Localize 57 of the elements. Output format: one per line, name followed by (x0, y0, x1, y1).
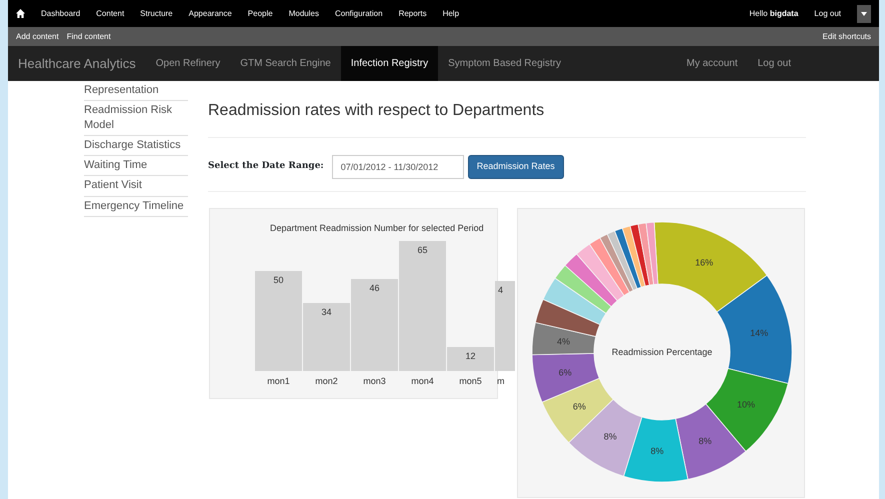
dropdown-toggle-icon[interactable] (857, 4, 871, 22)
slice-label: 6% (572, 402, 586, 412)
page-heading: Readmission rates with respect to Departments (208, 81, 806, 138)
slice-label: 4% (557, 336, 570, 347)
toolbar-menu-item[interactable]: Reports (398, 8, 427, 20)
axis-label: m (497, 376, 504, 386)
chart-title: Readmission Percentage (612, 347, 712, 357)
slice-label: 10% (737, 399, 756, 410)
sidebar-link[interactable]: Discharge Statistics (84, 136, 188, 156)
sidebar-link[interactable]: Readmission Risk Model (84, 101, 188, 136)
greeting: Hello bigdata (749, 8, 798, 20)
nav-link[interactable]: Open Refinery (146, 46, 230, 81)
chart-title: Department Readmission Number for selected Period (270, 223, 484, 233)
toolbar-menu-item[interactable]: Help (442, 8, 460, 20)
value-label: 34 (322, 307, 332, 317)
nav-link[interactable]: GTM Search Engine (230, 46, 341, 81)
toolbar-menu-item[interactable]: Configuration (334, 8, 383, 20)
date-range-label: Select the Date Range: (208, 160, 324, 174)
toolbar-menu-item[interactable]: Appearance (188, 8, 232, 20)
slice-label: 14% (750, 328, 768, 338)
slice-label: 8% (698, 436, 712, 446)
toolbar-menu-item[interactable]: Content (96, 8, 124, 20)
value-label: 50 (274, 275, 284, 285)
axis-label: mon3 (363, 376, 386, 386)
slice-label: 8% (604, 431, 617, 442)
value-label: 46 (370, 283, 380, 293)
axis-label: mon5 (459, 376, 482, 386)
sidebar-link[interactable]: Patient Visit (84, 176, 188, 197)
nav-link[interactable]: My account (676, 46, 748, 81)
toolbar-menu-item[interactable]: People (248, 8, 273, 20)
nav-link[interactable]: Infection Registry (340, 46, 438, 81)
axis-label: mon2 (315, 376, 338, 386)
value-label: 4 (498, 285, 504, 295)
donut-slice (623, 416, 688, 482)
nav-link[interactable]: Log out (748, 46, 801, 81)
axis-label: mon4 (411, 376, 434, 386)
value-label: 12 (466, 351, 476, 361)
shortcut-link[interactable]: Add content (16, 30, 59, 42)
edit-shortcuts-link[interactable]: Edit shortcuts (822, 30, 871, 42)
brand-link[interactable]: Healthcare Analytics (8, 46, 146, 81)
sidebar-link[interactable]: Emergency Timeline (84, 196, 188, 218)
shortcut-link[interactable]: Find content (66, 30, 111, 42)
axis-label: mon1 (267, 376, 290, 386)
value-label: 65 (418, 245, 428, 255)
toolbar-menu-item[interactable]: Modules (288, 8, 319, 20)
slice-label: 6% (558, 368, 572, 378)
slice-label: 8% (650, 446, 664, 456)
slice-label: 16% (695, 257, 714, 268)
readmission-rates-button[interactable]: Readmission Rates (468, 155, 564, 179)
toolbar-menu-item[interactable]: Dashboard (41, 8, 80, 20)
logout-link[interactable]: Log out (814, 8, 841, 20)
sidebar-link[interactable]: Representation (84, 81, 188, 102)
nav-link[interactable]: Symptom Based Registry (438, 46, 571, 81)
date-range-field[interactable]: 07/01/2012 - 11/30/2012 (332, 155, 464, 179)
home-icon[interactable] (16, 9, 25, 18)
sidebar-link[interactable]: Waiting Time (84, 156, 188, 176)
toolbar-menu-item[interactable]: Structure (140, 8, 173, 20)
